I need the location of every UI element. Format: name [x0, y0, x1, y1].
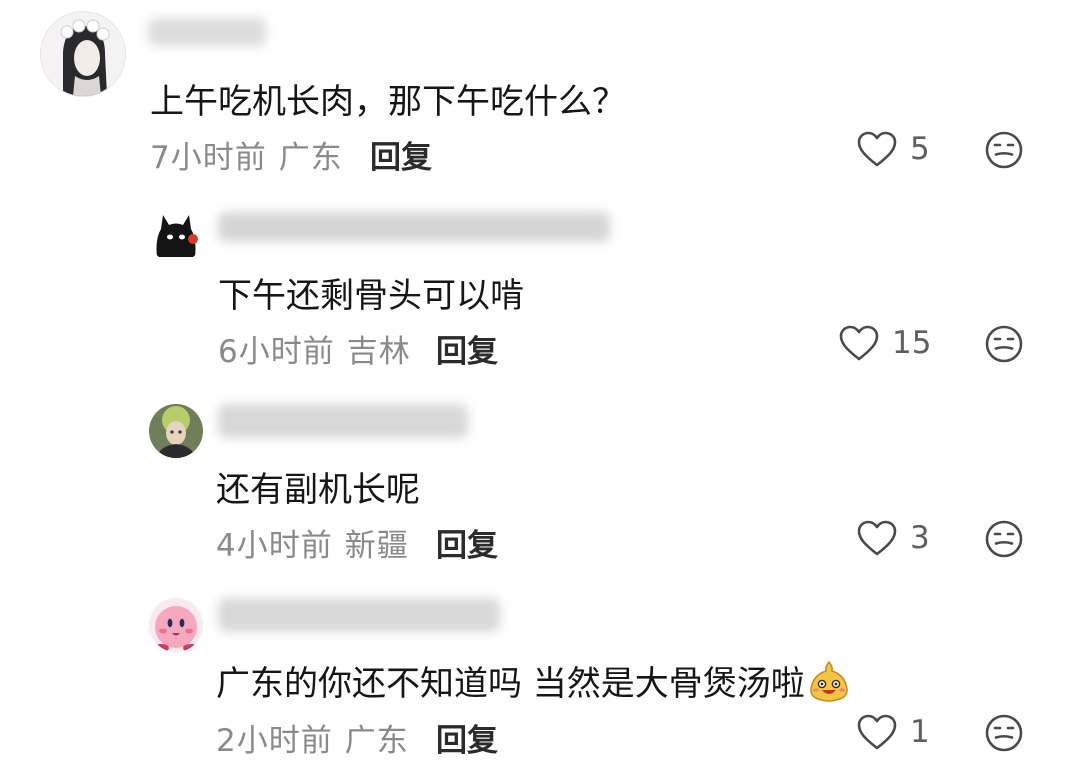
- dislike-button[interactable]: [984, 130, 1024, 170]
- meh-face-icon: [985, 714, 1023, 752]
- comment-text: 还有副机长呢: [216, 470, 420, 510]
- comment-text-content: 广东的你还不知道吗 当然是大骨煲汤啦: [216, 664, 805, 704]
- username-blurred[interactable]: [218, 598, 500, 632]
- avatar[interactable]: [40, 11, 126, 97]
- comment-region: 新疆: [344, 528, 409, 564]
- like-button[interactable]: 3: [856, 519, 930, 557]
- comment-text: 下午还剩骨头可以啃: [218, 276, 524, 316]
- comment-meta: 4小时前 新疆: [216, 520, 409, 565]
- heart-outline-icon: [857, 714, 897, 750]
- dislike-button[interactable]: [984, 519, 1024, 559]
- like-count: 3: [910, 520, 930, 556]
- comment-meta: 2小时前 广东: [216, 715, 409, 760]
- like-button[interactable]: 5: [856, 130, 930, 168]
- dislike-button[interactable]: [984, 713, 1024, 753]
- comment-region: 广东: [278, 140, 343, 176]
- like-button[interactable]: 15: [838, 324, 931, 362]
- avatar[interactable]: [149, 404, 203, 458]
- username-blurred[interactable]: [148, 18, 266, 46]
- comment-time: 2小时前: [216, 723, 333, 759]
- heart-outline-icon: [857, 520, 897, 556]
- like-count: 15: [892, 325, 932, 361]
- meh-face-icon: [985, 131, 1023, 169]
- reply-button[interactable]: 回复: [436, 520, 498, 565]
- heart-outline-icon: [839, 325, 879, 361]
- meh-face-icon: [985, 520, 1023, 558]
- like-count: 1: [910, 714, 930, 750]
- like-count: 5: [910, 131, 930, 167]
- comment-region: 广东: [344, 723, 409, 759]
- reply-button[interactable]: 回复: [436, 715, 498, 760]
- reply-button[interactable]: 回复: [370, 132, 432, 177]
- heart-outline-icon: [857, 131, 897, 167]
- dislike-button[interactable]: [984, 324, 1024, 364]
- smiling-bun-emoji-icon: [810, 660, 848, 702]
- like-button[interactable]: 1: [856, 713, 930, 751]
- comment-time: 7小时前: [150, 140, 267, 176]
- username-blurred[interactable]: [218, 212, 610, 242]
- avatar[interactable]: [149, 598, 203, 652]
- comment-meta: 7小时前 广东: [150, 132, 343, 177]
- comment-region: 吉林: [346, 334, 411, 370]
- comment-text: 广东的你还不知道吗 当然是大骨煲汤啦: [216, 656, 851, 705]
- avatar[interactable]: [149, 209, 203, 263]
- username-blurred[interactable]: [218, 404, 468, 438]
- comment-time: 6小时前: [218, 334, 335, 370]
- reply-button[interactable]: 回复: [436, 326, 498, 371]
- comment-meta: 6小时前 吉林: [218, 326, 411, 371]
- comment-time: 4小时前: [216, 528, 333, 564]
- meh-face-icon: [985, 325, 1023, 363]
- comment-text: 上午吃机长肉，那下午吃什么？: [150, 82, 626, 122]
